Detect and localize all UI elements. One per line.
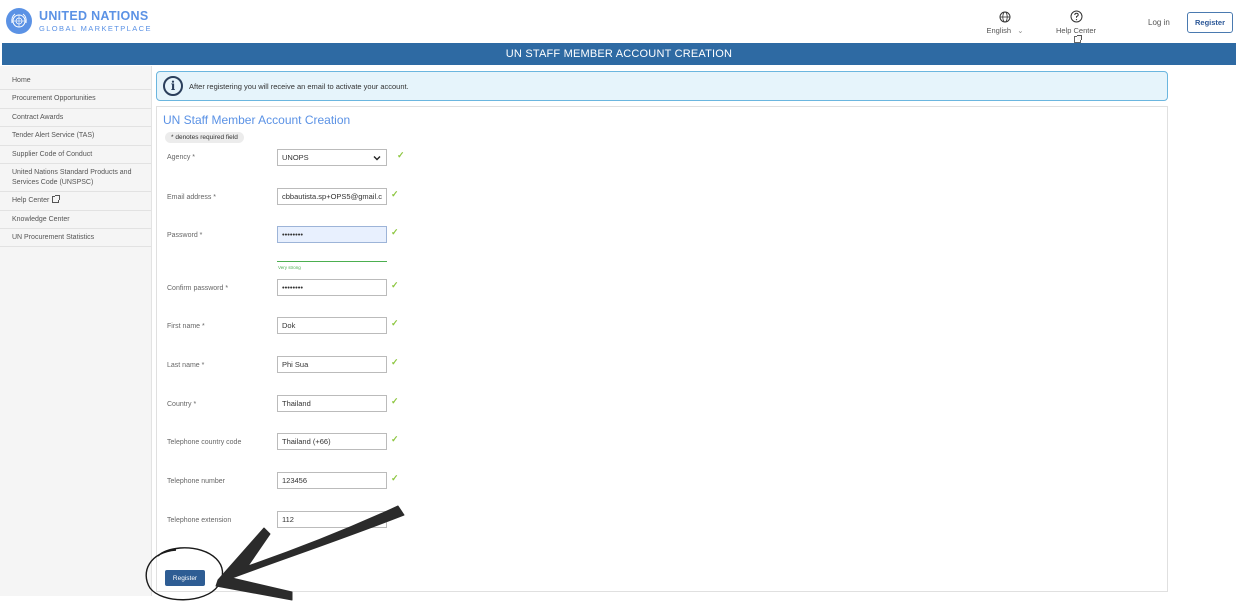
check-icon: ✓ [391,357,399,367]
sidebar-item-unspsc[interactable]: United Nations Standard Products and Ser… [0,164,151,193]
sidebar-item-contract-awards[interactable]: Contract Awards [0,109,151,128]
check-icon: ✓ [391,318,399,328]
login-link[interactable]: Log in [1148,18,1170,27]
check-icon: ✓ [391,473,399,483]
sidebar-item-procurement-opportunities[interactable]: Procurement Opportunities [0,90,151,109]
confirm-password-label: Confirm password * [167,285,229,292]
telephone-number-label: Telephone number [167,478,225,485]
country-field[interactable]: Thailand [277,395,387,412]
password-strength-bar [277,261,387,262]
agency-label: Agency * [167,154,196,161]
chevron-down-icon: ⌄ [1017,26,1024,35]
globe-icon [999,11,1011,23]
register-header-button[interactable]: Register [1187,12,1233,33]
last-name-label: Last name * [167,362,205,369]
required-field-note: * denotes required field [165,132,244,143]
logo-subtitle: GLOBAL MARKETPLACE [39,23,152,33]
external-link-icon [52,195,61,204]
sidebar-item-procurement-statistics[interactable]: UN Procurement Statistics [0,229,151,248]
top-bar: UNITED NATIONS GLOBAL MARKETPLACE Englis… [0,0,1237,44]
registration-form: UN Staff Member Account Creation * denot… [156,106,1168,592]
check-icon: ✓ [391,227,399,237]
check-icon: ✓ [391,280,399,290]
sidebar-item-label: Help Center [12,197,50,205]
info-icon: i [163,76,183,96]
telephone-extension-field[interactable]: 112 [277,511,387,528]
telephone-extension-label: Telephone extension [167,517,232,524]
help-circle-icon [1070,10,1082,23]
password-field[interactable]: •••••••• [277,226,387,243]
chevron-down-icon [373,156,381,161]
help-center-label: Help Center [1055,26,1097,35]
form-title: UN Staff Member Account Creation [163,113,351,127]
telephone-country-code-label: Telephone country code [167,439,242,446]
country-label: Country * [167,401,197,408]
register-submit-button[interactable]: Register [165,570,205,586]
sidebar-item-home[interactable]: Home [0,72,151,91]
sidebar-item-help-center[interactable]: Help Center [0,192,151,211]
page-title-bar: UN STAFF MEMBER ACCOUNT CREATION [2,43,1236,65]
confirm-password-field[interactable]: •••••••• [277,279,387,296]
last-name-field[interactable]: Phi Sua [277,356,387,373]
check-icon: ✓ [391,434,399,444]
sidebar-item-knowledge-center[interactable]: Knowledge Center [0,211,151,229]
telephone-country-code-field[interactable]: Thailand (+66) [277,433,387,450]
sidebar-item-tender-alert-service[interactable]: Tender Alert Service (TAS) [0,127,151,146]
telephone-number-field[interactable]: 123456 [277,472,387,489]
external-link-icon [1074,35,1082,43]
check-icon: ✓ [391,396,399,406]
page-title: UN STAFF MEMBER ACCOUNT CREATION [505,48,733,60]
logo-title: UNITED NATIONS [39,9,149,23]
un-emblem-icon [6,8,32,34]
sidebar-nav: Home Procurement Opportunities Contract … [0,66,152,596]
first-name-field[interactable]: Dok [277,317,387,334]
check-icon: ✓ [391,189,399,199]
password-label: Password * [167,232,203,239]
check-icon: ✓ [397,150,405,160]
info-message: After registering you will receive an em… [189,81,409,91]
agency-value: UNOPS [282,153,309,162]
language-label: English [986,26,1012,35]
site-logo[interactable]: UNITED NATIONS GLOBAL MARKETPLACE [6,8,152,34]
email-field[interactable]: cbbautista.sp+OPS5@gmail.c [277,188,387,205]
help-center-link[interactable]: Help Center [1050,10,1102,44]
password-strength-text: Very strong [278,265,301,270]
agency-select[interactable]: UNOPS [277,149,387,166]
language-selector[interactable]: English ⌄ [985,11,1025,35]
sidebar-item-supplier-code[interactable]: Supplier Code of Conduct [0,146,151,165]
email-label: Email address * [167,194,217,201]
first-name-label: First name * [167,323,205,330]
info-banner: i After registering you will receive an … [156,71,1168,101]
